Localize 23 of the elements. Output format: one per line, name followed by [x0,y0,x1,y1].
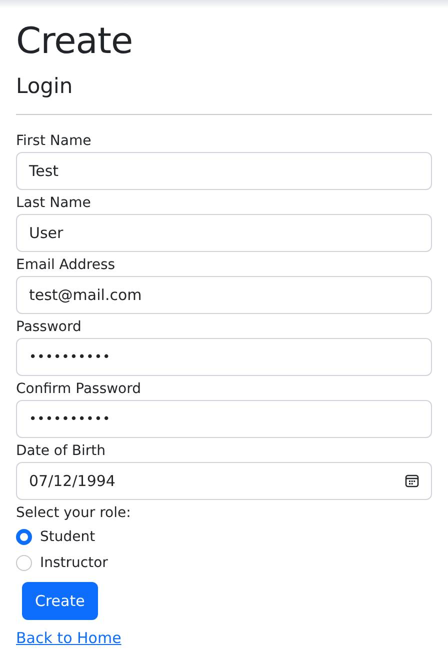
field-label: Password [16,318,82,337]
field-label: Date of Birth [16,442,106,461]
input-field[interactable]: test@mail.com [16,276,432,314]
field-label: Confirm Password [16,380,142,399]
radio-button[interactable] [16,529,32,545]
field-value: 07/12/1994 [29,472,116,490]
input-field[interactable]: Test [16,152,432,190]
radio-label[interactable]: Student [40,529,96,545]
calendar-icon[interactable] [405,474,419,488]
back-link[interactable]: Back to Home [16,629,122,647]
radio-button[interactable] [16,555,32,571]
password-field[interactable]: •••••••••• [16,400,432,438]
password-field[interactable]: •••••••••• [16,338,432,376]
page-title: Create [16,20,134,64]
radio-label[interactable]: Instructor [40,555,108,571]
input-field[interactable]: User [16,214,432,252]
section-title: Login [16,73,74,100]
date-field[interactable]: 07/12/1994 [16,462,432,500]
field-label: Email Address [16,256,116,275]
field-label: Last Name [16,194,91,213]
create-button[interactable]: Create [22,582,98,620]
field-label: Select your role: [16,504,131,523]
field-label: First Name [16,132,92,151]
